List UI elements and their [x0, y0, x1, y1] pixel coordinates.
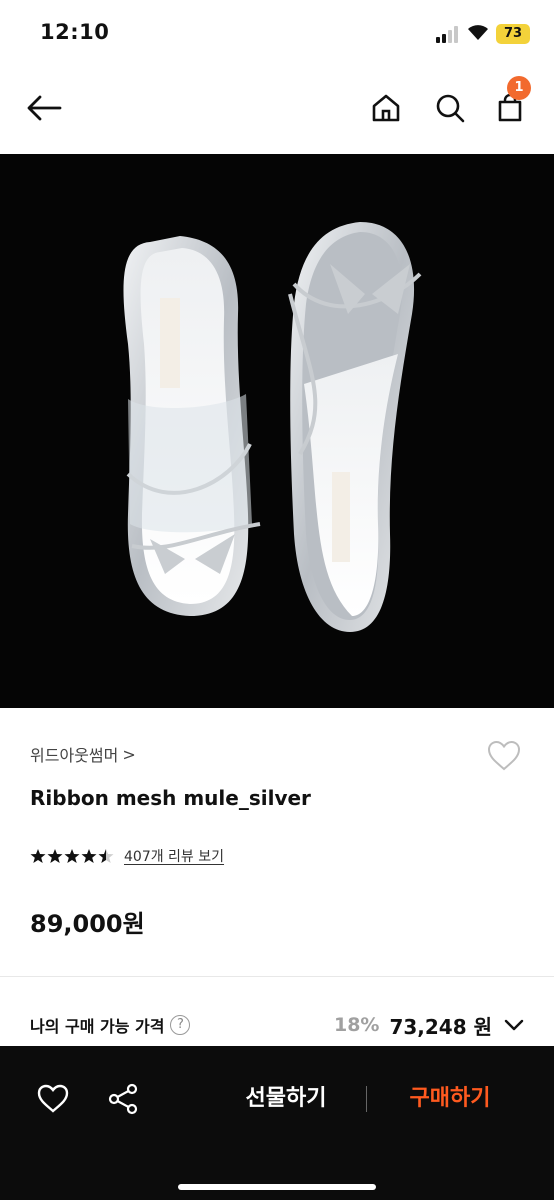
back-button[interactable] — [24, 88, 64, 128]
wishlist-heart-icon[interactable] — [486, 738, 522, 774]
home-indicator — [178, 1184, 376, 1190]
home-button[interactable] — [366, 88, 406, 128]
status-time: 12:10 — [40, 20, 110, 44]
status-bar: 12:10 73 — [0, 0, 554, 70]
half-star-icon — [98, 849, 114, 863]
chevron-down-icon[interactable] — [502, 1013, 526, 1037]
star-icon — [81, 849, 97, 863]
discount-rate: 18% — [333, 1014, 380, 1036]
cart-count-badge: 1 — [507, 76, 531, 100]
right-sandal — [288, 222, 422, 632]
battery-icon: 73 — [496, 24, 530, 44]
rating-stars — [30, 848, 114, 864]
buy-button[interactable]: 구매하기 — [390, 1078, 510, 1120]
signal-icon — [436, 25, 462, 43]
arrow-left-icon — [27, 95, 62, 121]
review-link[interactable]: 407개 리뷰 보기 — [124, 846, 224, 866]
top-nav — [0, 76, 554, 146]
product-name: Ribbon mesh mule_silver — [30, 786, 311, 810]
star-icon — [30, 849, 46, 863]
brand-name: 위드아웃썸머 — [30, 746, 119, 765]
divider — [366, 1086, 367, 1112]
my-price-value: 73,248 원 — [389, 1014, 492, 1039]
my-price-row[interactable]: 나의 구매 가능 가격 ? 18% 73,248 원 — [30, 1010, 526, 1040]
star-icon — [64, 849, 80, 863]
product-image[interactable] — [0, 154, 554, 708]
wifi-icon — [468, 25, 488, 40]
share-icon[interactable] — [106, 1082, 140, 1116]
brand-link[interactable]: 위드아웃썸머 > — [30, 742, 136, 766]
home-icon — [372, 94, 400, 122]
search-icon — [436, 94, 465, 123]
product-price: 89,000원 — [30, 910, 145, 938]
my-price-values: 18% 73,248 원 — [334, 1011, 526, 1040]
gift-button[interactable]: 선물하기 — [226, 1078, 346, 1120]
search-button[interactable] — [430, 88, 470, 128]
star-icon — [47, 849, 63, 863]
heart-icon[interactable] — [36, 1082, 70, 1116]
chevron-right-icon: > — [122, 744, 136, 764]
bottom-action-bar: 선물하기 구매하기 — [0, 1046, 554, 1200]
my-price-label: 나의 구매 가능 가격 — [30, 1017, 165, 1036]
rating-row: 407개 리뷰 보기 — [30, 846, 224, 866]
sandals-photo — [123, 222, 422, 632]
divider — [0, 976, 554, 977]
help-icon[interactable]: ? — [170, 1015, 191, 1035]
left-sandal — [123, 236, 261, 616]
